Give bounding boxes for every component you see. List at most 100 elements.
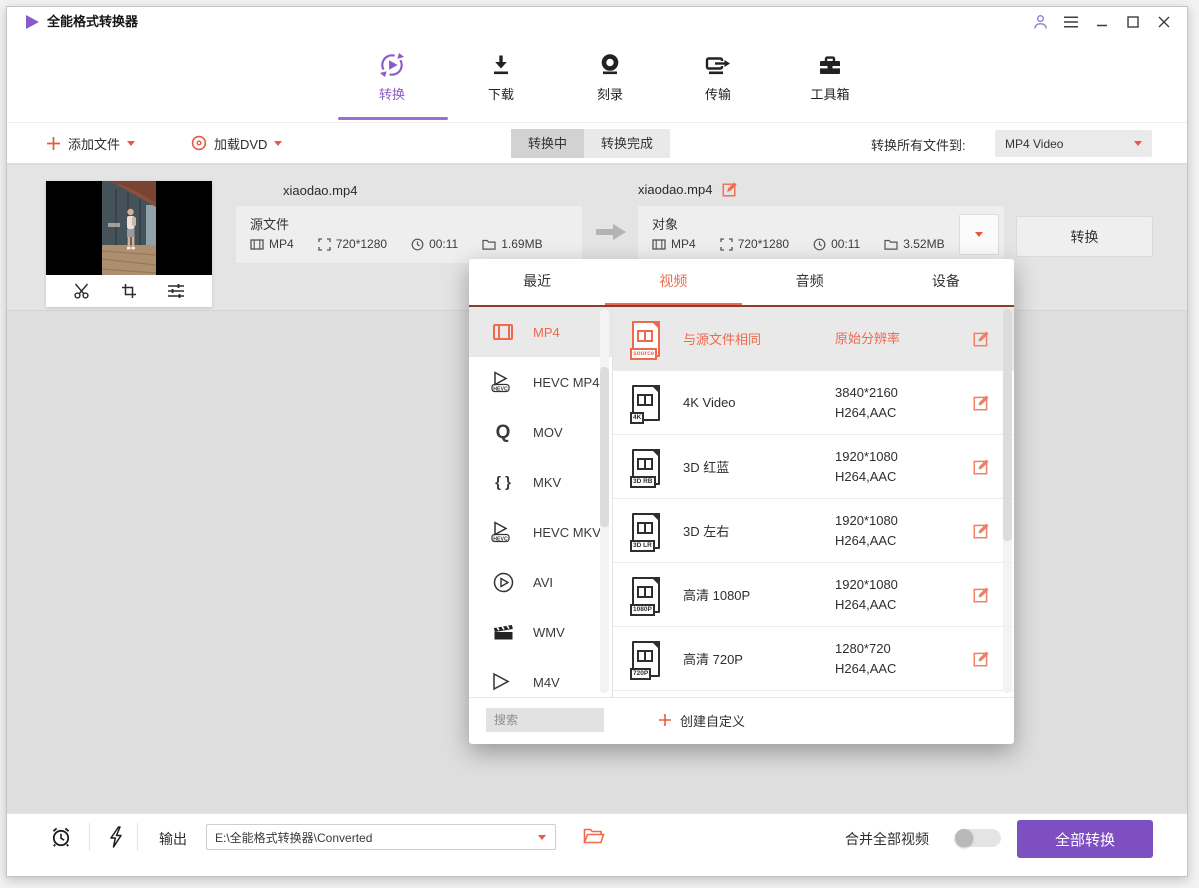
tab-burn-label: 刻录 bbox=[565, 84, 655, 103]
convert-all-button[interactable]: 全部转换 bbox=[1017, 820, 1153, 858]
preset-file-icon: 1080P bbox=[632, 577, 660, 613]
convert-all-to-dropdown[interactable]: MP4 Video bbox=[995, 130, 1152, 157]
mkv-icon: { } bbox=[489, 475, 517, 490]
preset-row-same-as-source[interactable]: source 与源文件相同 原始分辨率 bbox=[613, 307, 1014, 371]
tab-converted[interactable]: 转换完成 bbox=[584, 129, 670, 158]
convert-button[interactable]: 转换 bbox=[1016, 216, 1153, 257]
convert-all-to-value: MP4 Video bbox=[995, 137, 1134, 151]
preset-codec: H264,AAC bbox=[835, 531, 973, 551]
preset-resolution: 原始分辨率 bbox=[835, 329, 973, 349]
tab-transfer[interactable]: 传输 bbox=[673, 47, 763, 103]
tab-convert[interactable]: 转换 bbox=[347, 47, 437, 103]
rename-edit-icon[interactable] bbox=[722, 181, 738, 197]
target-format: MP4 bbox=[671, 237, 696, 251]
add-files-button[interactable]: 添加文件 bbox=[46, 123, 135, 163]
popup-tab-device[interactable]: 设备 bbox=[878, 259, 1014, 305]
divider bbox=[89, 823, 90, 851]
target-format-dropdown-button[interactable] bbox=[959, 214, 999, 255]
toolbar: 添加文件 加载DVD 转换中 转换完成 转换所有文件到: MP4 Video bbox=[7, 122, 1187, 163]
load-dvd-label: 加载DVD bbox=[214, 134, 267, 153]
create-custom-button[interactable]: 创建自定义 bbox=[658, 711, 745, 730]
burn-icon bbox=[565, 47, 655, 79]
preset-row-3d-leftright[interactable]: 3D LR 3D 左右 1920*1080 H264,AAC bbox=[613, 499, 1014, 563]
main-nav: 转换 下载 刻录 bbox=[7, 37, 1187, 122]
menu-icon[interactable] bbox=[1062, 13, 1080, 31]
edit-preset-icon[interactable] bbox=[973, 522, 990, 539]
app-window: 全能格式转换器 bbox=[6, 6, 1188, 877]
preset-resolution: 1280*720 bbox=[835, 639, 973, 659]
video-thumbnail[interactable] bbox=[46, 181, 212, 275]
open-folder-icon[interactable] bbox=[583, 827, 605, 850]
lightning-icon[interactable] bbox=[107, 826, 125, 853]
convert-arrow-icon bbox=[595, 223, 627, 241]
target-panel-info: MP4 720*1280 00:11 3.52MB bbox=[652, 237, 945, 251]
preset-list-scrollbar[interactable] bbox=[1003, 309, 1012, 693]
crop-icon[interactable] bbox=[121, 283, 137, 299]
caret-down-icon bbox=[538, 835, 546, 840]
preset-row-hd-720p[interactable]: 720P 高清 720P 1280*720 H264,AAC bbox=[613, 627, 1014, 691]
duration-clock-icon bbox=[411, 238, 424, 251]
search-input[interactable] bbox=[486, 708, 604, 732]
output-label: 输出 bbox=[159, 829, 187, 849]
edit-preset-icon[interactable] bbox=[973, 586, 990, 603]
popup-tab-audio[interactable]: 音频 bbox=[742, 259, 878, 305]
scrollbar-thumb[interactable] bbox=[1003, 309, 1012, 541]
format-item-mp4[interactable]: MP4 bbox=[469, 307, 612, 357]
preset-row-hd-1080p[interactable]: 1080P 高清 1080P 1920*1080 H264,AAC bbox=[613, 563, 1014, 627]
mov-icon: Q bbox=[489, 423, 517, 442]
preset-file-icon: 720P bbox=[632, 641, 660, 677]
tab-toolbox[interactable]: 工具箱 bbox=[785, 47, 875, 103]
preset-row-4k[interactable]: 4K 4K Video 3840*2160 H264,AAC bbox=[613, 371, 1014, 435]
resolution-icon bbox=[318, 238, 331, 251]
minimize-icon[interactable] bbox=[1093, 13, 1111, 31]
output-path-input[interactable] bbox=[207, 830, 538, 844]
format-item-mov[interactable]: Q MOV bbox=[469, 407, 612, 457]
popup-tab-video[interactable]: 视频 bbox=[605, 259, 741, 305]
format-item-mkv[interactable]: { } MKV bbox=[469, 457, 612, 507]
tab-transfer-label: 传输 bbox=[673, 84, 763, 103]
merge-all-toggle[interactable] bbox=[955, 829, 1001, 847]
tab-burn[interactable]: 刻录 bbox=[565, 47, 655, 103]
preset-row-3d-redblue[interactable]: 3D RB 3D 红蓝 1920*1080 H264,AAC bbox=[613, 435, 1014, 499]
add-files-label: 添加文件 bbox=[68, 134, 120, 153]
popup-footer: 创建自定义 bbox=[469, 697, 1014, 742]
edit-preset-icon[interactable] bbox=[973, 330, 990, 347]
user-icon[interactable] bbox=[1031, 13, 1049, 31]
format-item-avi[interactable]: AVI bbox=[469, 557, 612, 607]
edit-preset-icon[interactable] bbox=[973, 650, 990, 667]
schedule-alarm-icon[interactable] bbox=[49, 825, 73, 854]
format-item-wmv[interactable]: WMV bbox=[469, 607, 612, 657]
tab-download[interactable]: 下载 bbox=[456, 47, 546, 103]
target-name-row: xiaodao.mp4 bbox=[638, 181, 738, 197]
edit-preset-icon[interactable] bbox=[973, 394, 990, 411]
format-film-icon bbox=[250, 238, 264, 251]
close-icon[interactable] bbox=[1155, 13, 1173, 31]
format-list-scrollbar[interactable] bbox=[600, 309, 609, 693]
edit-preset-icon[interactable] bbox=[973, 458, 990, 475]
create-custom-label: 创建自定义 bbox=[680, 711, 745, 730]
source-size: 1.69MB bbox=[501, 237, 542, 251]
load-dvd-button[interactable]: 加载DVD bbox=[191, 123, 282, 163]
svg-text:HEVC: HEVC bbox=[493, 386, 508, 392]
tab-converting[interactable]: 转换中 bbox=[511, 129, 584, 158]
output-path-dropdown[interactable] bbox=[206, 824, 556, 850]
caret-down-icon bbox=[1134, 141, 1142, 146]
format-item-m4v[interactable]: M4V bbox=[469, 657, 612, 697]
adjust-sliders-icon[interactable] bbox=[167, 283, 185, 299]
source-resolution: 720*1280 bbox=[336, 237, 387, 251]
trim-scissors-icon[interactable] bbox=[74, 283, 91, 299]
app-title: 全能格式转换器 bbox=[47, 7, 138, 37]
caret-down-icon bbox=[127, 141, 135, 146]
source-duration: 00:11 bbox=[429, 237, 458, 251]
format-item-hevc-mkv[interactable]: HEVC HEVC MKV bbox=[469, 507, 612, 557]
scrollbar-thumb[interactable] bbox=[600, 367, 609, 527]
screen: 全能格式转换器 bbox=[0, 0, 1199, 888]
preset-codec: H264,AAC bbox=[835, 659, 973, 679]
hevc-mkv-icon: HEVC bbox=[489, 521, 517, 543]
target-file-name: xiaodao.mp4 bbox=[638, 182, 712, 197]
format-popup-tabs: 最近 视频 音频 设备 bbox=[469, 259, 1014, 305]
maximize-icon[interactable] bbox=[1124, 13, 1142, 31]
popup-tab-recent[interactable]: 最近 bbox=[469, 259, 605, 305]
target-duration: 00:11 bbox=[831, 237, 860, 251]
format-item-hevc-mp4[interactable]: HEVC HEVC MP4 bbox=[469, 357, 612, 407]
